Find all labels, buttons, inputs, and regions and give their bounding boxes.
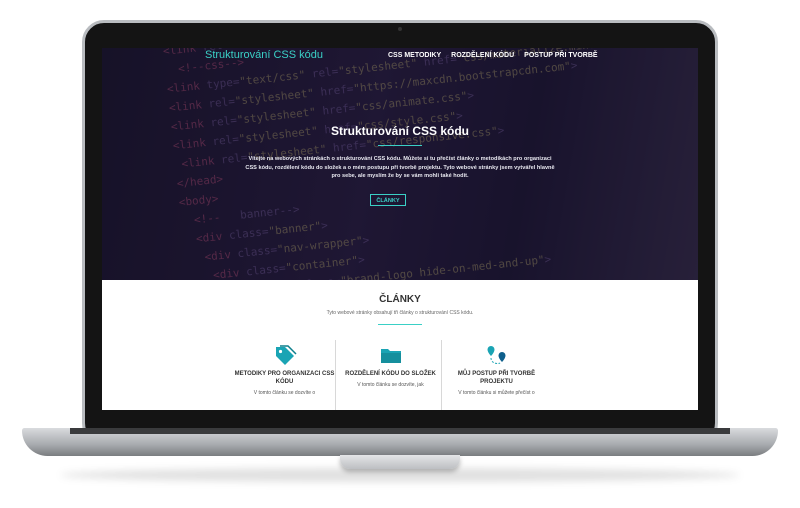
articles-subtitle: Tyto webové stránky obsahují tři články … (326, 310, 474, 316)
laptop-shadow (60, 468, 740, 482)
card-title: ROZDĚLENÍ KÓDU DO SLOŽEK (345, 371, 436, 377)
hero-title: Strukturování CSS kódu (330, 124, 470, 138)
hero-divider (378, 145, 422, 146)
articles-title: ČLÁNKY (379, 294, 421, 305)
hero-section: <link rel="icon" href="/favicon.ico" typ… (102, 48, 698, 280)
card-divider (441, 340, 442, 410)
tag-icon (232, 344, 337, 366)
laptop-notch (340, 455, 460, 469)
card-text: V tomto článku se dozvíte o (253, 390, 316, 396)
hero-text: Vítejte na webových stránkách o struktur… (245, 156, 555, 180)
article-card-postup[interactable]: MŮJ POSTUP PŘI TVORBĚ PROJEKTU V tomto č… (444, 344, 549, 410)
nav-menu: CSS METODIKY ROZDĚLENÍ KÓDU POSTUP PŘI T… (388, 52, 598, 59)
nav-link-rozdeleni-kodu[interactable]: ROZDĚLENÍ KÓDU (451, 52, 514, 59)
route-icon (444, 344, 549, 366)
laptop-camera (398, 27, 402, 31)
article-card-metodiky[interactable]: METODIKY PRO ORGANIZACI CSS KÓDU V tomto… (232, 344, 337, 410)
card-title: MŮJ POSTUP PŘI TVORBĚ PROJEKTU (457, 371, 536, 385)
articles-divider (378, 324, 422, 325)
article-card-rozdeleni[interactable]: ROZDĚLENÍ KÓDU DO SLOŽEK V tomto článku … (338, 344, 443, 410)
brand-logo[interactable]: Strukturování CSS kódu (205, 49, 323, 61)
laptop-screen: <link rel="icon" href="/favicon.ico" typ… (102, 48, 698, 410)
navbar: Strukturování CSS kódu CSS METODIKY ROZD… (102, 48, 698, 66)
card-divider (335, 340, 336, 410)
card-text: V tomto článku se dozvíte, jak (357, 382, 424, 388)
laptop-hinge (70, 428, 730, 434)
folder-icon (338, 344, 443, 366)
card-text: V tomto článku si můžete přečíst o (458, 390, 535, 396)
nav-link-css-metodiky[interactable]: CSS METODIKY (388, 52, 441, 59)
card-title: METODIKY PRO ORGANIZACI CSS KÓDU (234, 371, 335, 385)
nav-link-postup-pri-tvorbe[interactable]: POSTUP PŘI TVORBĚ (524, 52, 597, 59)
articles-section: ČLÁNKY Tyto webové stránky obsahují tři … (102, 280, 698, 410)
articles-button[interactable]: ČLÁNKY (370, 194, 406, 206)
